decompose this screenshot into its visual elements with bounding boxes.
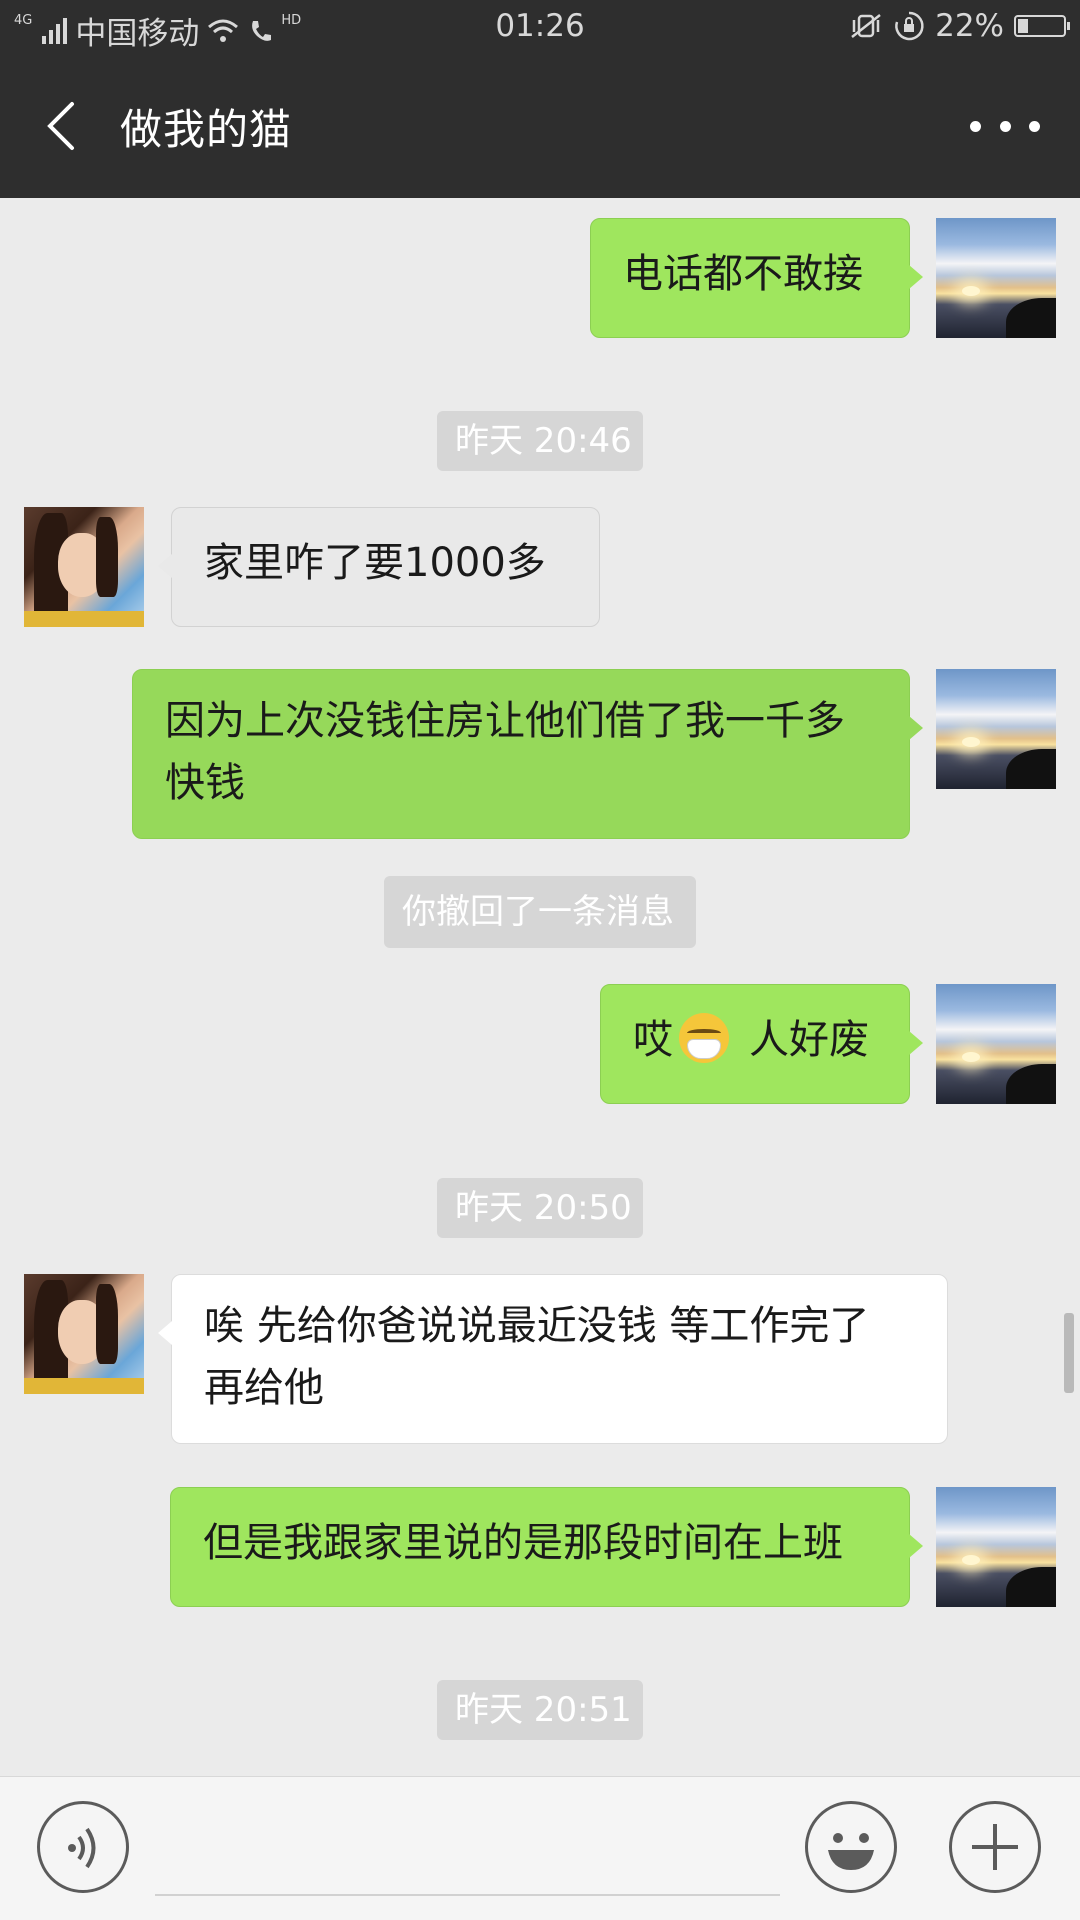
message-text: 但是我跟家里说的是那段时间在上班 <box>203 1520 843 1566</box>
voice-button[interactable] <box>37 1801 129 1893</box>
message-bubble-sent[interactable]: 电话都不敢接 <box>590 218 923 338</box>
more-options-button[interactable] <box>970 108 1040 144</box>
contact-avatar[interactable] <box>24 507 144 627</box>
emoji-button[interactable] <box>805 1801 897 1893</box>
battery-icon <box>1014 15 1070 37</box>
my-avatar[interactable] <box>936 984 1056 1104</box>
message-text-line: 再给他 <box>204 1365 324 1411</box>
message-text: 电话都不敢接 <box>623 251 863 297</box>
recall-notice: 你撤回了一条消息 <box>384 876 696 948</box>
back-button[interactable] <box>38 96 88 156</box>
rotation-lock-icon <box>895 11 924 41</box>
emoji-icon <box>828 1833 874 1870</box>
message-bubble-sent[interactable]: 但是我跟家里说的是那段时间在上班 <box>170 1487 923 1607</box>
message-text: 人好废 <box>749 1017 869 1063</box>
message-bubble-sent[interactable]: 哎 人好废 <box>600 984 923 1104</box>
message-text-line: 唉 先给你爸说说最近没钱 等工作完了 <box>204 1303 870 1349</box>
back-arrow-icon <box>47 102 74 150</box>
status-bar: 4G 中国移动 HD 01:26 22% <box>0 0 1080 56</box>
my-avatar[interactable] <box>936 669 1056 789</box>
vibrate-mute-icon <box>851 14 881 38</box>
scrollbar-thumb[interactable] <box>1064 1313 1074 1393</box>
message-bubble-received[interactable]: 唉 先给你爸说说最近没钱 等工作完了 再给他 <box>158 1274 948 1444</box>
chat-header: 做我的猫 <box>0 56 1080 198</box>
chat-title: 做我的猫 <box>120 105 293 154</box>
message-text: 哎 <box>633 1017 673 1063</box>
message-text-line: 快钱 <box>165 760 245 806</box>
status-right: 22% <box>849 8 1070 44</box>
message-bubble-sent[interactable]: 因为上次没钱住房让他们借了我一千多 快钱 <box>132 669 923 839</box>
message-list[interactable]: 电话都不敢接 昨天 20:46 家里咋了要1000多 因为上次没钱住房让他们借了… <box>0 198 1080 1776</box>
contact-avatar[interactable] <box>24 1274 144 1394</box>
message-bubble-received[interactable]: 家里咋了要1000多 <box>158 507 600 627</box>
message-input[interactable] <box>155 1894 780 1896</box>
plus-icon <box>972 1824 1018 1870</box>
voice-icon <box>68 1827 96 1869</box>
mask-face-emoji-icon <box>679 1013 729 1063</box>
more-dots-icon <box>970 120 981 132</box>
message-text: 家里咋了要1000多 <box>204 540 546 586</box>
my-avatar[interactable] <box>936 218 1056 338</box>
message-text-line: 因为上次没钱住房让他们借了我一千多 <box>165 698 845 744</box>
timestamp-chip: 昨天 20:51 <box>437 1680 643 1740</box>
my-avatar[interactable] <box>936 1487 1056 1607</box>
timestamp-chip: 昨天 20:50 <box>437 1178 643 1238</box>
battery-percent: 22% <box>935 8 1004 44</box>
input-bar <box>0 1776 1080 1920</box>
more-functions-button[interactable] <box>949 1801 1041 1893</box>
timestamp-chip: 昨天 20:46 <box>437 411 643 471</box>
